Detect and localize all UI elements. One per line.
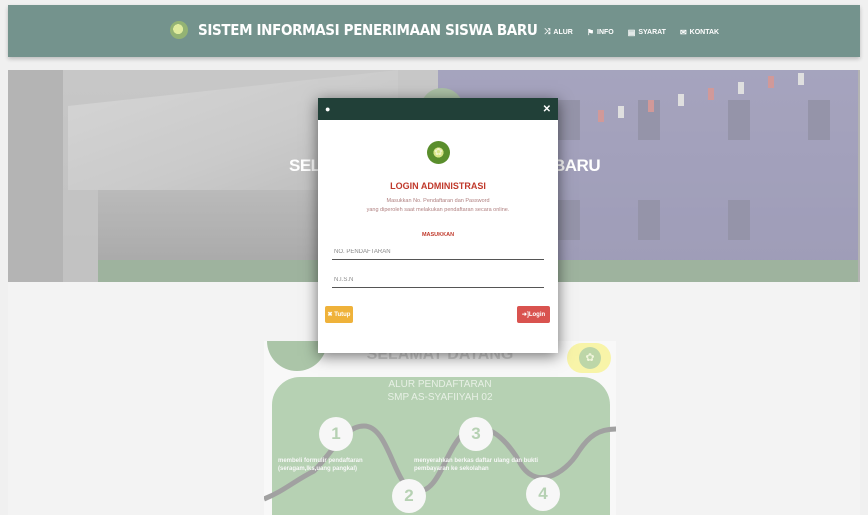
page: SISTEM INFORMASI PENERIMAAN SISWA BARU ⤨… (0, 0, 868, 515)
school-logo-icon: ✿ (427, 141, 450, 164)
modal-description: Masukkan No. Pendaftaran dan Password (386, 198, 490, 204)
nisn-input[interactable] (332, 272, 544, 288)
login-modal: ● ✕ ✿ LOGIN ADMINISTRASI Masukkan No. Pe… (318, 98, 558, 353)
modal-subtitle: MASUKKAN (421, 232, 455, 238)
modal-header: ● ✕ (318, 98, 558, 120)
modal-title: LOGIN ADMINISTRASI (390, 181, 486, 191)
user-icon: ● (325, 104, 331, 114)
login-button[interactable]: ➜]Login (517, 306, 550, 323)
close-button[interactable]: ✖ Tutup (325, 306, 353, 323)
registration-number-input[interactable] (332, 244, 544, 260)
close-icon[interactable]: ✕ (543, 104, 551, 115)
modal-description: yang diperoleh saat melakukan pendaftara… (366, 207, 510, 213)
